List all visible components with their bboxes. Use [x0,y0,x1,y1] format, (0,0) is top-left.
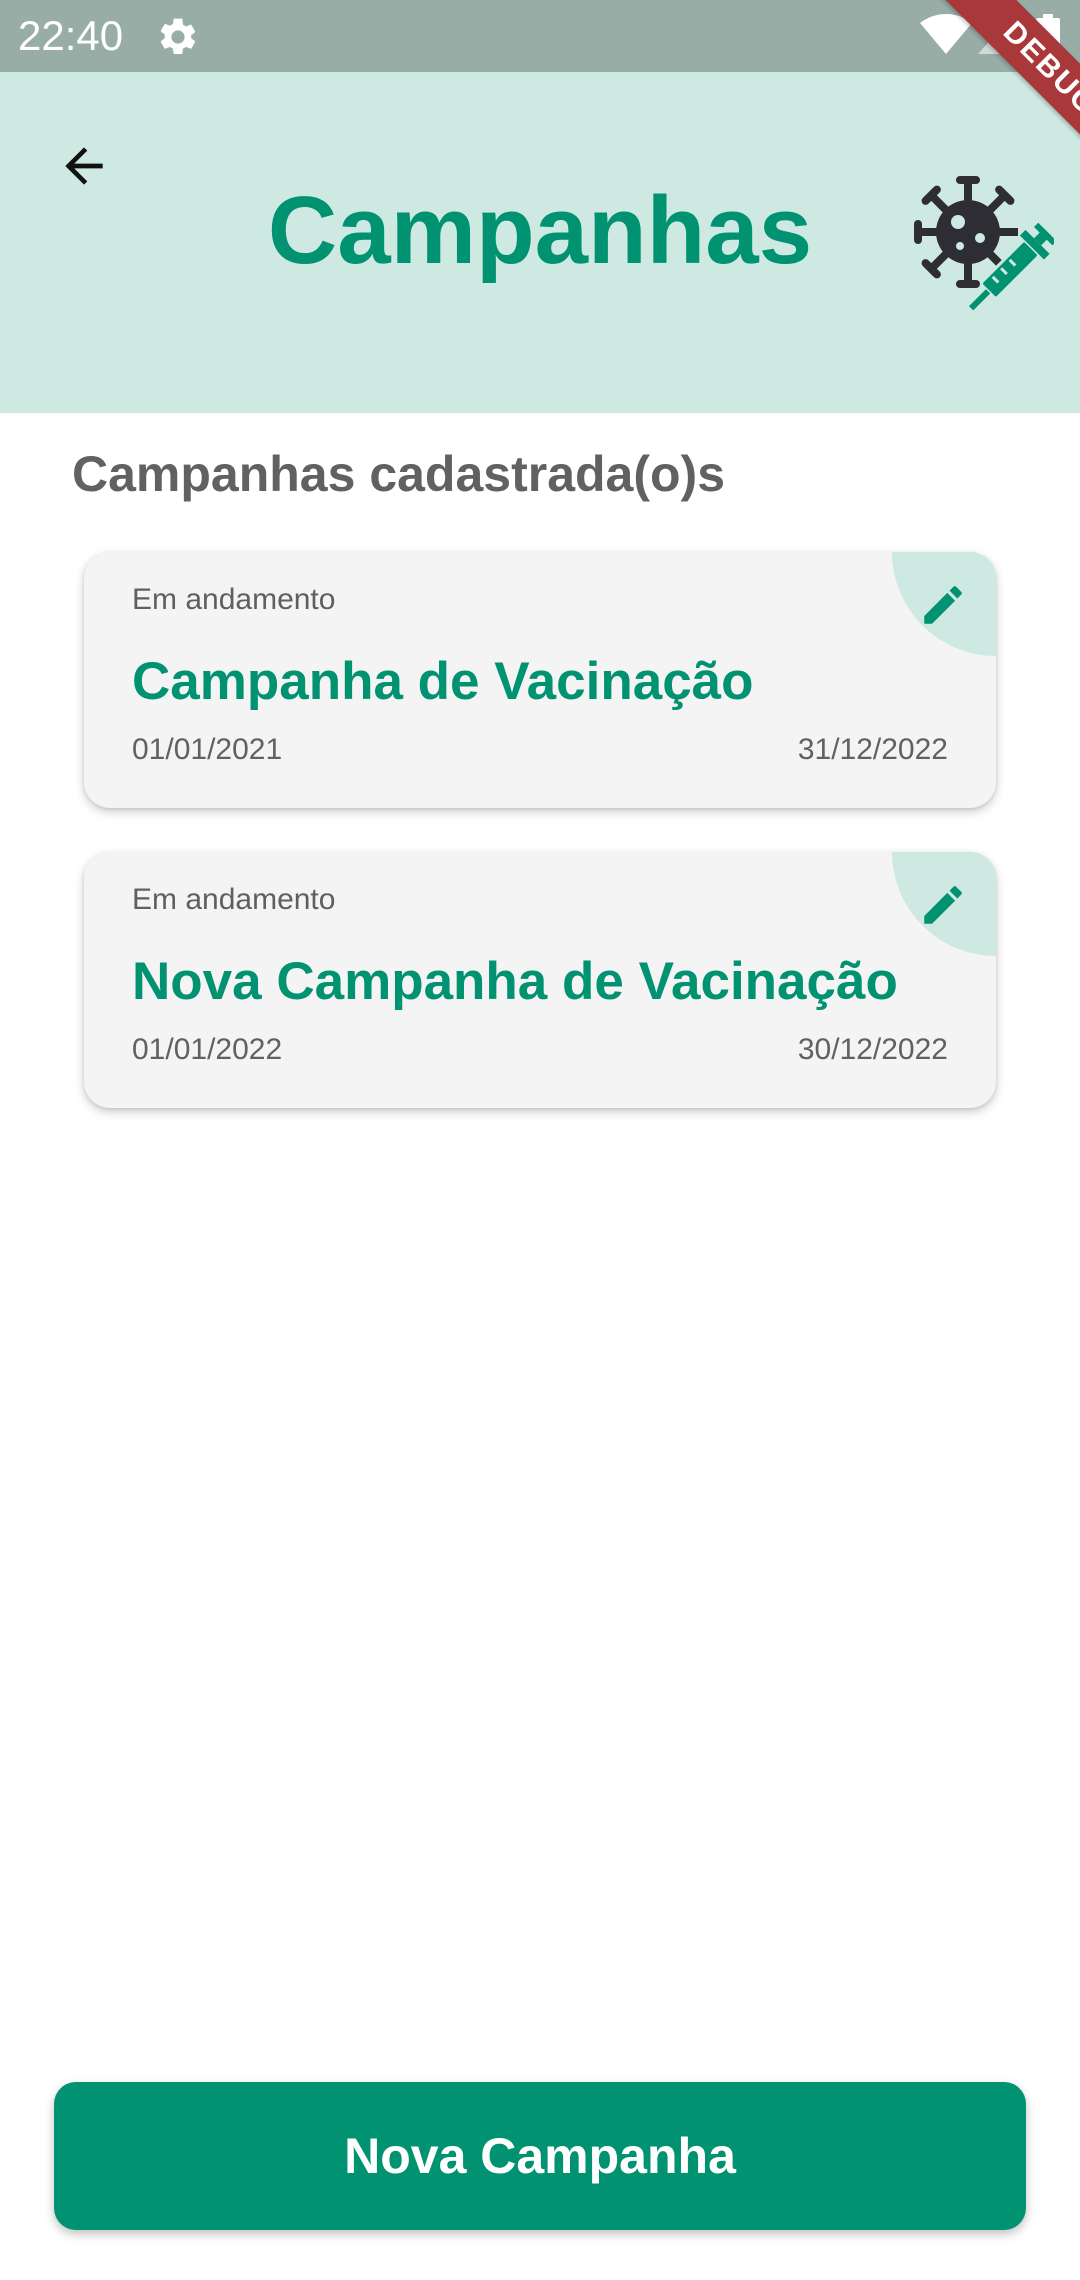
campaign-end-date: 30/12/2022 [797,1033,948,1066]
section-title: Campanhas cadastrada(o)s [72,446,726,502]
campaign-card[interactable]: Em andamento Nova Campanha de Vacinação … [84,852,996,1108]
campaign-card[interactable]: Em andamento Campanha de Vacinação 01/01… [84,552,996,808]
campaign-status: Em andamento [132,883,336,916]
pencil-icon [924,586,962,624]
campaign-name: Campanha de Vacinação [132,652,754,711]
virus-syringe-icon [914,176,1054,310]
campaign-name: Nova Campanha de Vacinação [132,952,898,1011]
signal-icon [978,14,1014,54]
campaign-start-date: 01/01/2021 [132,733,283,766]
edit-button[interactable] [898,860,988,950]
wifi-icon [920,14,972,54]
status-time: 22:40 [18,12,124,59]
new-campaign-button[interactable]: Nova Campanha [54,2082,1026,2230]
edit-button[interactable] [898,560,988,650]
status-bar: 22:40 [0,0,1080,72]
campaign-start-date: 01/01/2022 [132,1033,283,1066]
gear-icon [160,18,196,54]
campaign-status: Em andamento [132,583,336,616]
battery-icon [1036,14,1060,58]
pencil-icon [924,886,962,924]
campaign-end-date: 31/12/2022 [797,733,948,766]
